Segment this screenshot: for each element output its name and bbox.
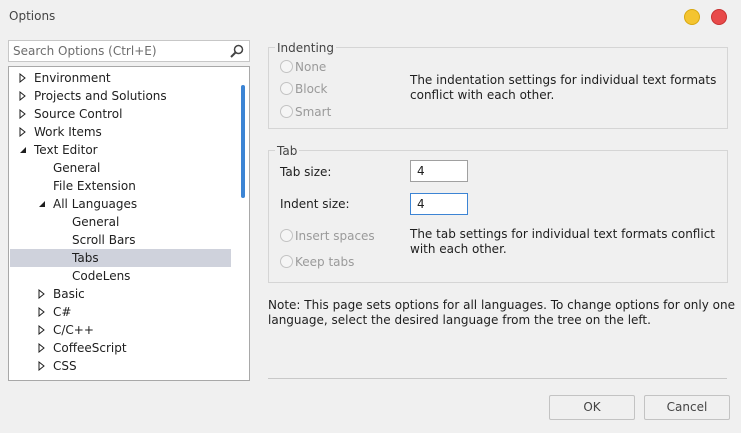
tree-item-work-items[interactable]: Work Items [10, 123, 231, 141]
chevron-right-icon[interactable] [18, 73, 28, 83]
tree-item-source-control[interactable]: Source Control [10, 105, 231, 123]
tree-item-label: C/C++ [53, 323, 94, 337]
tree-item-codelens[interactable]: CodeLens [10, 267, 231, 285]
tab-conflict-line: The tab settings for individual text for… [410, 227, 715, 241]
tree-item-label: Environment [34, 71, 111, 85]
options-tree: Environment Projects and Solutions Sourc… [8, 66, 250, 381]
chevron-right-icon[interactable] [37, 361, 47, 371]
divider [268, 378, 727, 379]
chevron-right-icon[interactable] [37, 289, 47, 299]
radio-circle-icon [280, 60, 293, 73]
tree-item-label: Text Editor [34, 143, 98, 157]
tree-item-css[interactable]: CSS [10, 357, 231, 375]
tree-item-csharp[interactable]: C# [10, 303, 231, 321]
chevron-right-icon[interactable] [18, 127, 28, 137]
tree-item-file-extension[interactable]: File Extension [10, 177, 231, 195]
indenting-group-title: Indenting [275, 41, 337, 55]
indenting-conflict-message: The indentation settings for individual … [410, 73, 716, 103]
tab-group-title: Tab [275, 144, 300, 158]
tree-item-tabs[interactable]: Tabs [10, 249, 231, 267]
minimize-button[interactable] [684, 9, 700, 25]
tree-item-label: Scroll Bars [72, 233, 136, 247]
tab-size-label: Tab size: [280, 165, 332, 179]
note-text: Note: This page sets options for all lan… [268, 298, 735, 328]
scrollbar-thumb[interactable] [241, 85, 245, 198]
note-line: language, select the desired language fr… [268, 313, 651, 327]
expanded-arrow-icon[interactable] [37, 199, 47, 209]
close-button[interactable] [711, 9, 727, 25]
radio-label: Block [295, 82, 328, 96]
indent-size-input[interactable] [410, 193, 468, 215]
tree-item-coffeescript[interactable]: CoffeeScript [10, 339, 231, 357]
tab-conflict-line: with each other. [410, 242, 507, 256]
chevron-right-icon[interactable] [18, 109, 28, 119]
tree-item-label: CoffeeScript [53, 341, 127, 355]
indenting-conflict-line: conflict with each other. [410, 88, 555, 102]
radio-circle-icon [280, 105, 293, 118]
radio-label: Smart [295, 105, 332, 119]
tree-item-label: C# [53, 305, 72, 319]
tree-item-label: CSS [53, 359, 77, 373]
chevron-right-icon[interactable] [37, 325, 47, 335]
tree-item-all-languages-general[interactable]: General [10, 213, 231, 231]
tree-item-label: General [53, 161, 101, 175]
tab-conflict-message: The tab settings for individual text for… [410, 227, 715, 257]
search-box [8, 40, 250, 62]
note-line: Note: This page sets options for all lan… [268, 298, 735, 312]
title-bar: Options [0, 0, 741, 33]
chevron-right-icon[interactable] [18, 91, 28, 101]
tree-item-label: File Extension [53, 179, 136, 193]
tree-item-c-cpp[interactable]: C/C++ [10, 321, 231, 339]
tree-scrollbar[interactable] [238, 67, 249, 380]
tree-item-label: General [72, 215, 120, 229]
tree-item-environment[interactable]: Environment [10, 69, 231, 87]
radio-label: Keep tabs [295, 255, 355, 269]
tree-item-all-languages[interactable]: All Languages [10, 195, 231, 213]
chevron-right-icon[interactable] [37, 343, 47, 353]
tree-item-label: Source Control [34, 107, 123, 121]
tree-item-scroll-bars[interactable]: Scroll Bars [10, 231, 231, 249]
radio-circle-icon [280, 82, 293, 95]
radio-circle-icon [280, 255, 293, 268]
tree-item-general[interactable]: General [10, 159, 231, 177]
chevron-right-icon[interactable] [37, 307, 47, 317]
search-icon[interactable] [229, 43, 245, 59]
tree-item-label: CodeLens [72, 269, 131, 283]
tree-item-label: All Languages [53, 197, 138, 211]
window-title: Options [9, 9, 56, 23]
tree-item-label: Tabs [72, 251, 99, 265]
indenting-conflict-line: The indentation settings for individual … [410, 73, 717, 87]
tree-item-projects-and-solutions[interactable]: Projects and Solutions [10, 87, 231, 105]
search-input[interactable] [13, 43, 223, 58]
tree-item-label: Basic [53, 287, 85, 301]
radio-label: Insert spaces [295, 229, 375, 243]
indent-size-label: Indent size: [280, 197, 350, 211]
cancel-button[interactable]: Cancel [644, 395, 730, 420]
tree-item-label: Projects and Solutions [34, 89, 167, 103]
radio-circle-icon [280, 229, 293, 242]
expanded-arrow-icon[interactable] [18, 145, 28, 155]
radio-label: None [295, 60, 327, 74]
tree-item-text-editor[interactable]: Text Editor [10, 141, 231, 159]
tree-item-basic[interactable]: Basic [10, 285, 231, 303]
tab-size-input[interactable] [410, 160, 468, 182]
tree-item-label: Work Items [34, 125, 102, 139]
ok-button[interactable]: OK [549, 395, 635, 420]
